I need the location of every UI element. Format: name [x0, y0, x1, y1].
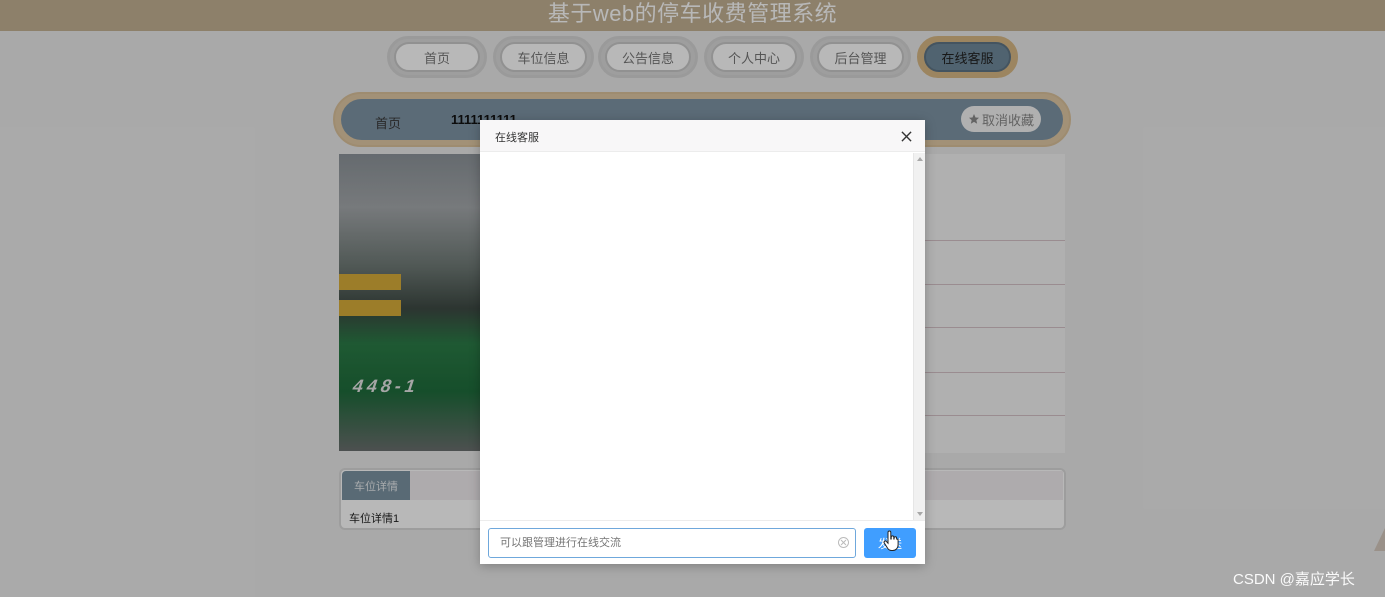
message-input-wrapper [488, 528, 856, 558]
hand-pointer-icon [883, 530, 899, 551]
chat-messages-area[interactable] [480, 153, 925, 520]
corner-triangle [1374, 528, 1385, 551]
close-button[interactable] [895, 125, 917, 147]
message-input[interactable] [489, 529, 829, 557]
scroll-up-arrow-icon[interactable] [917, 157, 923, 161]
online-service-dialog: 在线客服 发送 [480, 120, 925, 564]
chat-scrollbar[interactable] [913, 153, 925, 520]
watermark: CSDN @嘉应学长 [1233, 571, 1355, 588]
scroll-down-arrow-icon[interactable] [917, 512, 923, 516]
dialog-footer: 发送 [480, 520, 925, 564]
dialog-header: 在线客服 [480, 120, 925, 152]
clear-icon[interactable] [838, 537, 849, 548]
dialog-title: 在线客服 [495, 132, 539, 144]
close-icon [900, 130, 912, 142]
